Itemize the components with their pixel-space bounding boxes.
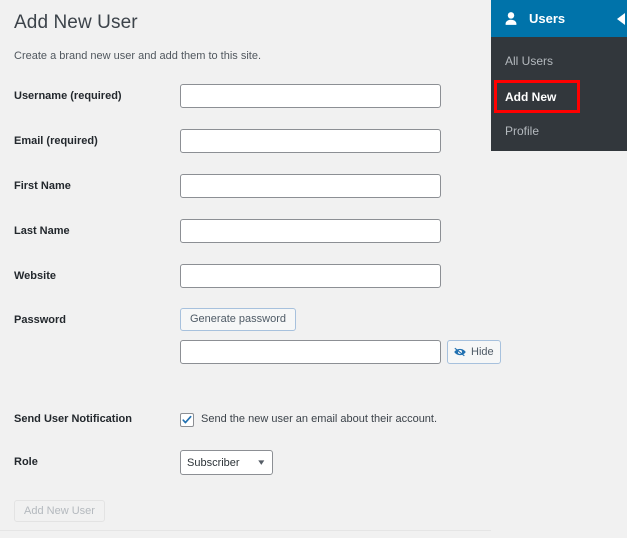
username-label: Username (required) [14, 90, 122, 102]
bottom-divider [0, 530, 491, 531]
user-icon [502, 10, 520, 28]
email-input[interactable] [180, 129, 441, 153]
checkmark-icon [182, 415, 192, 424]
role-label: Role [14, 456, 38, 468]
website-label: Website [14, 270, 56, 282]
password-label: Password [14, 314, 66, 326]
page-description: Create a brand new user and add them to … [14, 50, 262, 62]
collapse-left-arrow-icon[interactable] [611, 11, 627, 27]
menu-item-add-new[interactable]: Add New [491, 84, 627, 110]
form-row-role: Role Subscriber ▾ [0, 450, 491, 475]
add-new-user-submit-button[interactable]: Add New User [14, 500, 105, 522]
role-select-value: Subscriber [187, 456, 240, 469]
send-user-notification-label: Send User Notification [14, 413, 132, 425]
form-row-last-name: Last Name [0, 219, 491, 243]
first-name-input[interactable] [180, 174, 441, 198]
send-user-notification-checkbox-label: Send the new user an email about their a… [201, 413, 438, 425]
password-input[interactable] [180, 340, 441, 364]
username-input[interactable] [180, 84, 441, 108]
menu-header-users[interactable]: Users [491, 0, 627, 37]
last-name-label: Last Name [14, 225, 70, 237]
admin-sidebar-menu: Users All Users Add New Profile [491, 0, 627, 151]
form-row-username: Username (required) [0, 84, 491, 108]
generate-password-button[interactable]: Generate password [180, 308, 296, 331]
form-row-email: Email (required) [0, 129, 491, 153]
form-row-first-name: First Name [0, 174, 491, 198]
eye-slash-icon [453, 345, 467, 359]
email-label: Email (required) [14, 135, 98, 147]
page-title: Add New User [14, 12, 138, 33]
chevron-down-icon: ▾ [258, 457, 265, 467]
first-name-label: First Name [14, 180, 71, 192]
hide-password-label: Hide [471, 346, 494, 358]
last-name-input[interactable] [180, 219, 441, 243]
menu-item-profile[interactable]: Profile [491, 118, 627, 144]
form-row-send-user-notification: Send User Notification Send the new user… [0, 411, 491, 431]
menu-header-label: Users [529, 10, 566, 26]
website-input[interactable] [180, 264, 441, 288]
role-select[interactable]: Subscriber ▾ [180, 450, 273, 475]
menu-item-all-users[interactable]: All Users [491, 48, 627, 74]
form-row-website: Website [0, 264, 491, 288]
hide-password-button[interactable]: Hide [447, 340, 501, 364]
send-user-notification-checkbox[interactable] [180, 413, 194, 427]
add-new-user-form-panel: Add New User Create a brand new user and… [0, 0, 501, 538]
